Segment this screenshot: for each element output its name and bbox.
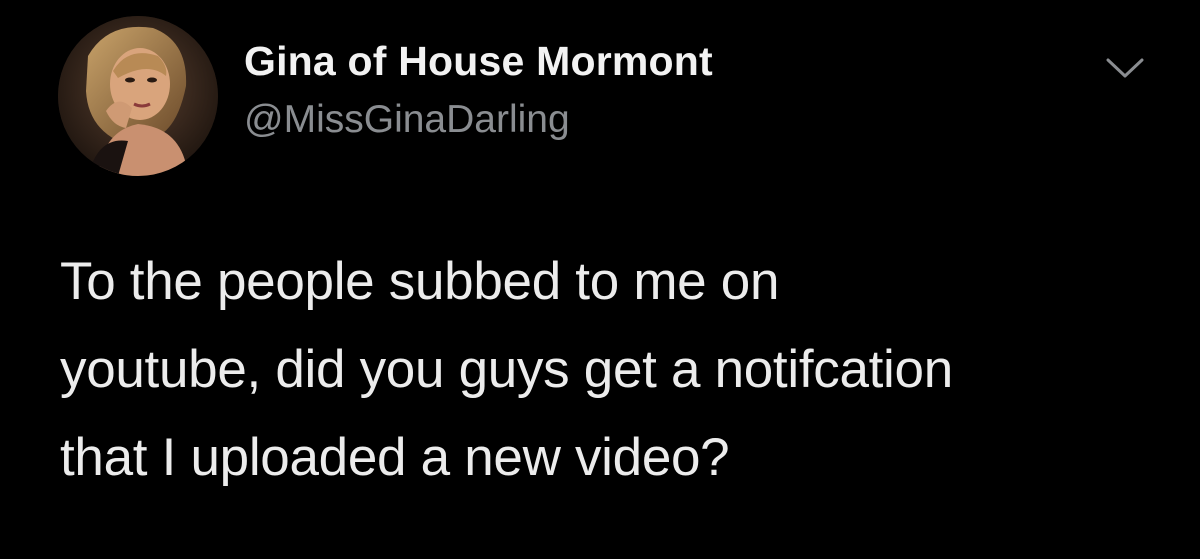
author-avatar[interactable] xyxy=(58,16,218,176)
avatar-photo xyxy=(58,16,218,176)
tweet-text-line: To the people subbed to me on xyxy=(60,252,780,311)
tweet-card: Gina of House Mormont @MissGinaDarling T… xyxy=(0,0,1200,559)
tweet-text-line: youtube, did you guys get a notifcation xyxy=(60,340,953,399)
author-handle[interactable]: @MissGinaDarling xyxy=(244,98,570,142)
chevron-down-icon xyxy=(1106,58,1144,78)
tweet-text-line: that I uploaded a new video? xyxy=(60,428,730,487)
tweet-menu-button[interactable] xyxy=(1098,48,1152,88)
tweet-text: To the people subbed to me on youtube, d… xyxy=(60,238,1160,502)
author-display-name[interactable]: Gina of House Mormont xyxy=(244,38,713,85)
